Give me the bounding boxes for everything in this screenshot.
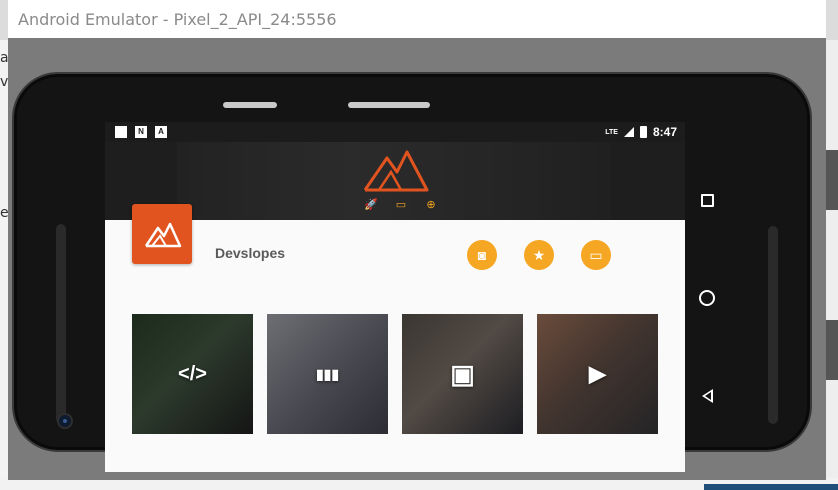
avatar[interactable] [132,204,192,264]
front-camera-icon [57,413,73,429]
sd-card-icon [115,126,127,138]
star-icon: ★ [532,246,546,263]
chart-icon: ▮▮▮ [315,365,340,382]
category-tiles: </> ▮▮▮ ▣ ▶ [132,314,658,434]
emulator-window: Android Emulator - Pixel_2_API_24:5556 N… [8,0,826,480]
n-notification-icon: N [135,126,147,138]
phone-frame: N A LTE 8:47 🚀 ▭ ⊕ Devslopes ◙ ★ ▭ </> ▮… [12,72,812,472]
background-blue-block [704,484,838,490]
tile-chart[interactable]: ▮▮▮ [267,314,388,434]
phone-button-highlight [223,102,277,108]
signal-icon [623,127,634,137]
navigation-bar [697,190,717,410]
star-button[interactable]: ★ [524,240,554,270]
tile-video[interactable]: ▶ [537,314,658,434]
header-banner: 🚀 ▭ ⊕ [105,142,685,220]
mountain-logo-icon [363,150,429,192]
category-icons: 🚀 ▭ ⊕ [363,198,439,211]
inbox-button[interactable]: ▭ [581,240,611,270]
camera-icon: ◙ [477,247,487,263]
mountain-avatar-icon [144,222,182,248]
action-buttons: ◙ ★ ▭ [467,240,611,270]
background-block [826,320,838,380]
background-right-pane [826,40,838,490]
home-button[interactable] [697,288,717,308]
inbox-icon: ▭ [589,246,603,263]
speaker-grille-right [768,226,778,424]
window-titlebar[interactable]: Android Emulator - Pixel_2_API_24:5556 [8,0,826,38]
image-icon: ▣ [450,358,475,389]
code-icon: </> [178,362,207,385]
back-button[interactable] [697,386,717,406]
camera-button[interactable]: ◙ [467,240,497,270]
lte-icon: LTE [605,128,618,136]
gamepad-icon[interactable]: ⊕ [423,198,439,211]
background-block [826,150,838,210]
emulator-stage: N A LTE 8:47 🚀 ▭ ⊕ Devslopes ◙ ★ ▭ </> ▮… [8,38,826,480]
tile-code[interactable]: </> [132,314,253,434]
recents-button[interactable] [697,190,717,210]
battery-icon [639,126,647,138]
status-bar: N A LTE 8:47 [105,122,685,142]
phone-button-highlight [348,102,430,108]
status-time: 8:47 [652,125,677,139]
speaker-grille-left [56,224,66,424]
a-notification-icon: A [155,126,167,138]
phone-screen: N A LTE 8:47 🚀 ▭ ⊕ Devslopes ◙ ★ ▭ </> ▮… [105,122,685,472]
back-icon [701,389,713,403]
window-title: Android Emulator - Pixel_2_API_24:5556 [18,9,337,29]
tile-image[interactable]: ▣ [402,314,523,434]
monitor-icon[interactable]: ▭ [393,198,409,211]
recents-icon [700,193,714,207]
video-icon: ▶ [589,361,606,386]
rocket-icon[interactable]: 🚀 [363,198,379,211]
home-icon [699,290,715,306]
profile-name: Devslopes [215,245,286,261]
